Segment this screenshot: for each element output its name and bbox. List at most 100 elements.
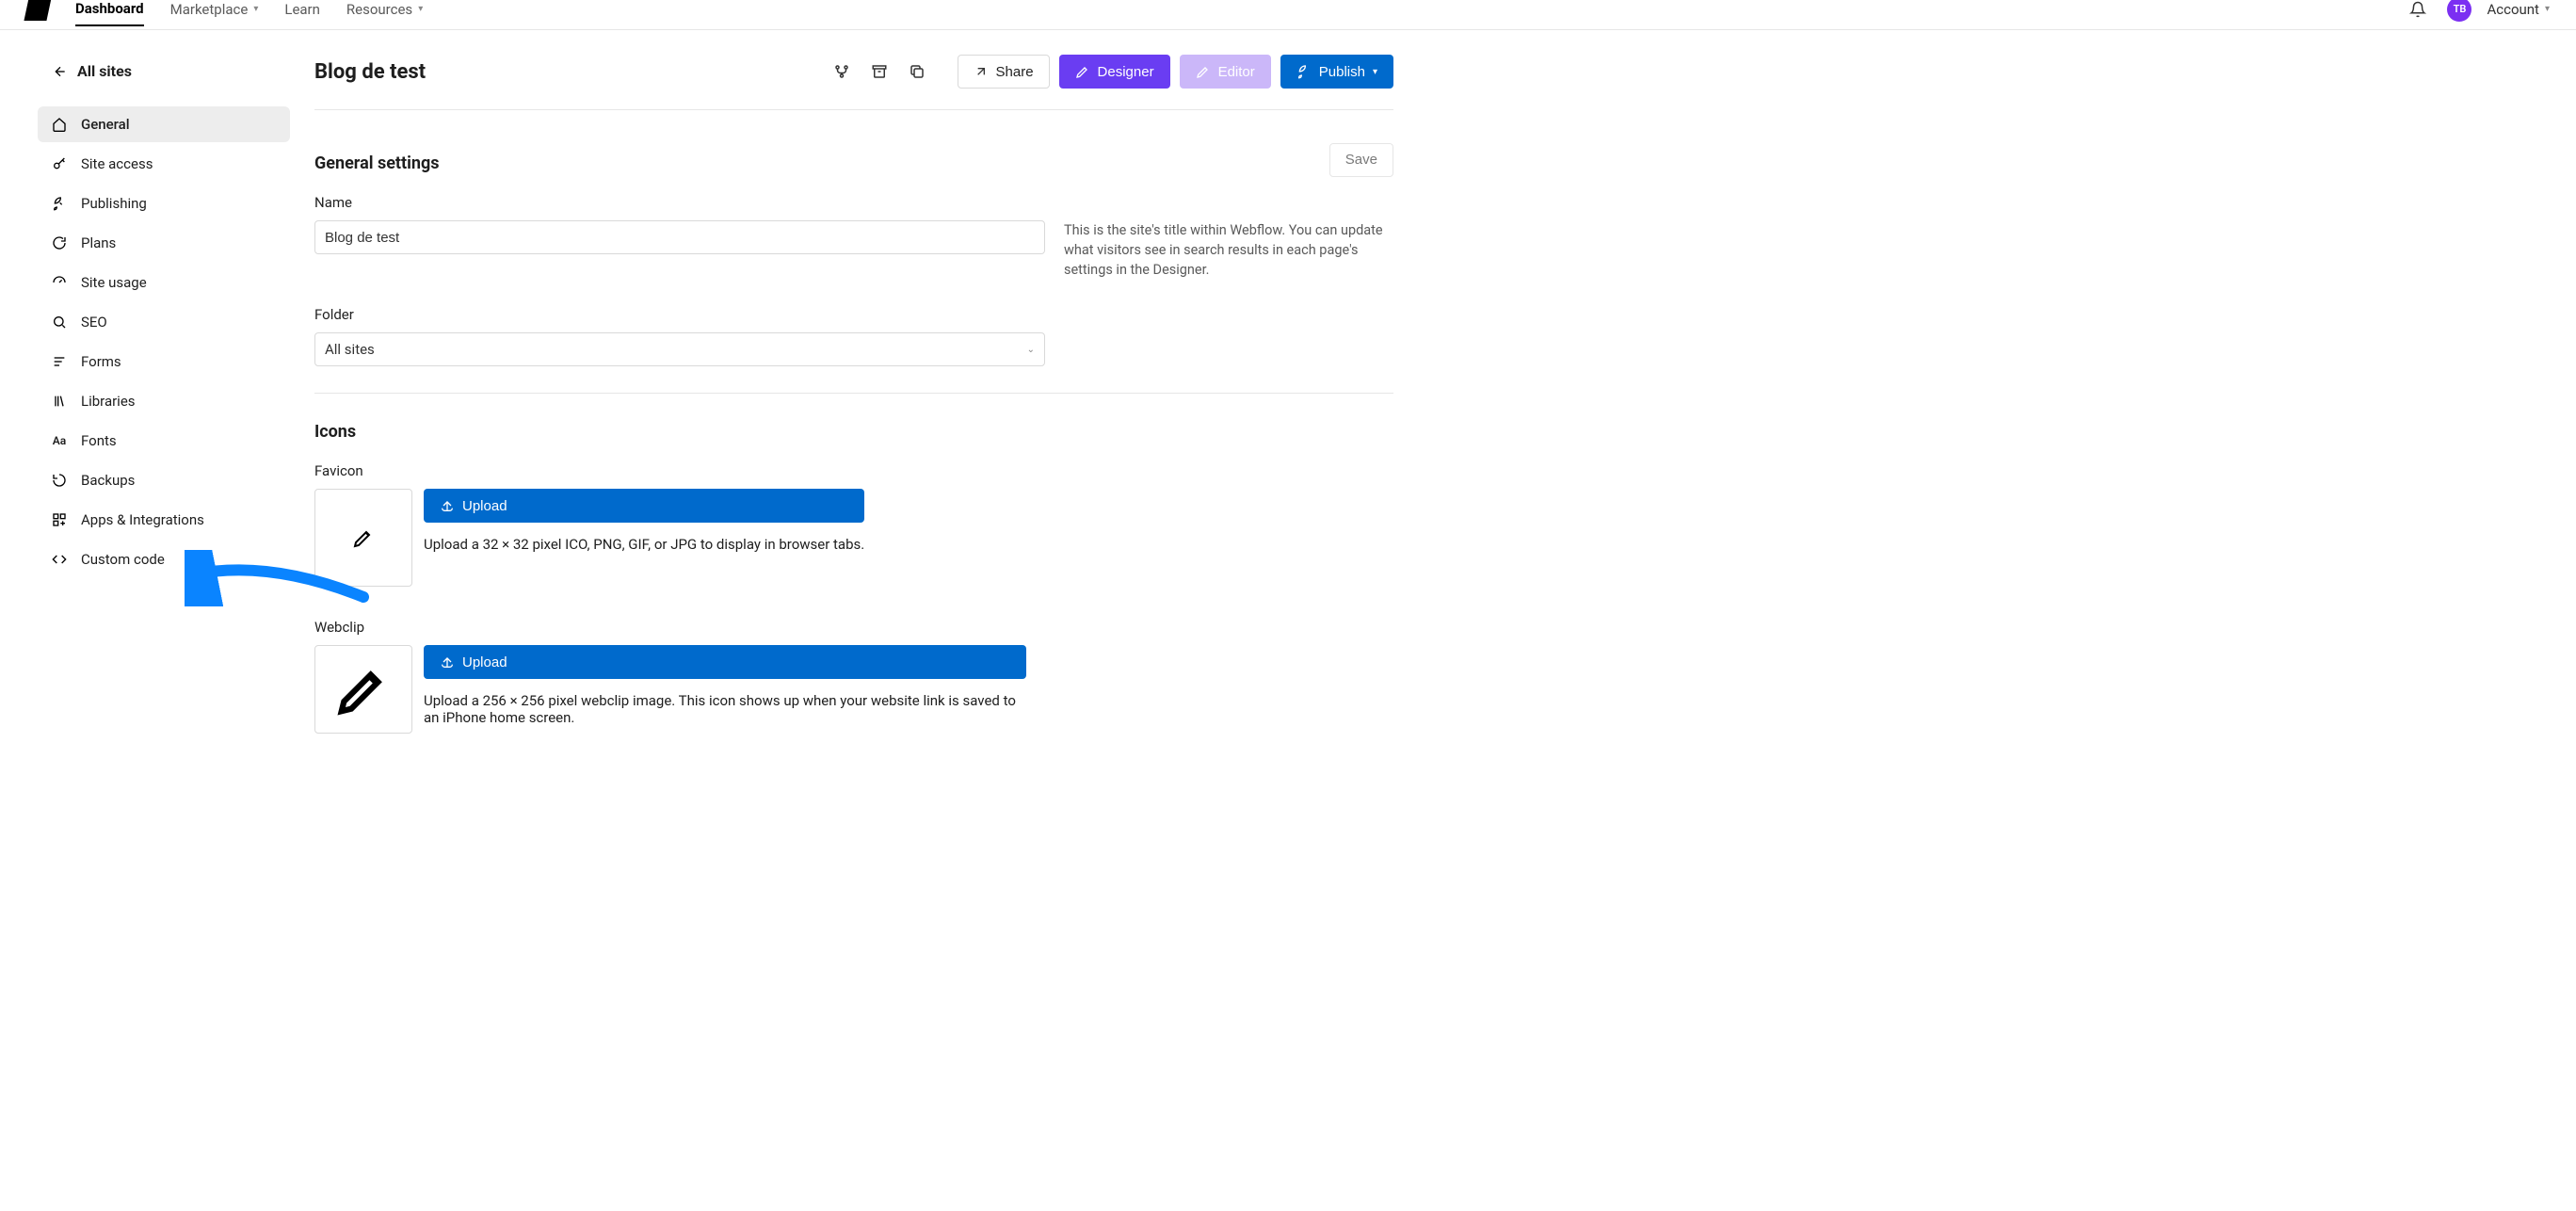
search-icon [51, 315, 68, 330]
sidebar-item-label: General [81, 116, 130, 133]
editor-label: Editor [1218, 64, 1255, 80]
chevron-down-icon: ⌄ [1027, 345, 1035, 355]
refresh-icon [51, 235, 68, 250]
nav-learn-label: Learn [284, 1, 320, 18]
site-name-input[interactable] [314, 220, 1045, 254]
favicon-label: Favicon [314, 462, 1393, 479]
favicon-preview [314, 489, 412, 587]
upload-label: Upload [462, 498, 507, 514]
branch-icon[interactable] [828, 57, 856, 86]
sidebar-item-forms[interactable]: Forms [38, 344, 290, 379]
folder-label: Folder [314, 306, 1393, 323]
designer-label: Designer [1098, 64, 1154, 80]
sidebar-item-custom-code[interactable]: Custom code [38, 541, 290, 577]
sidebar-item-label: Fonts [81, 432, 117, 449]
field-favicon: Favicon Upload Upload a 32 × 32 pixel IC… [314, 462, 1393, 587]
general-heading: General settings [314, 153, 440, 173]
top-nav: Dashboard Marketplace ▾ Learn Resources … [0, 0, 2576, 30]
sidebar-item-label: Publishing [81, 195, 147, 212]
nav-resources[interactable]: Resources ▾ [346, 1, 423, 25]
upload-icon [440, 654, 455, 670]
account-label: Account [2487, 1, 2539, 18]
webclip-label: Webclip [314, 619, 1393, 636]
sidebar-item-backups[interactable]: Backups [38, 462, 290, 498]
chevron-down-icon: ▾ [1373, 67, 1377, 77]
sidebar-item-label: Backups [81, 472, 135, 489]
share-button[interactable]: Share [958, 55, 1050, 89]
share-icon [974, 64, 989, 79]
chevron-down-icon: ▾ [253, 4, 258, 14]
sidebar-item-label: Site access [81, 155, 153, 172]
favicon-help: Upload a 32 × 32 pixel ICO, PNG, GIF, or… [424, 536, 864, 553]
header-actions: Share Designer Editor Publish ▾ [828, 55, 1393, 89]
editor-button[interactable]: Editor [1180, 55, 1271, 89]
notifications-icon[interactable] [2404, 0, 2432, 24]
save-button[interactable]: Save [1329, 143, 1393, 177]
sidebar-item-libraries[interactable]: Libraries [38, 383, 290, 419]
sidebar-item-fonts[interactable]: Aa Fonts [38, 423, 290, 459]
rocket-icon [51, 196, 68, 211]
sidebar-item-publishing[interactable]: Publishing [38, 186, 290, 221]
back-to-all-sites[interactable]: All sites [0, 53, 298, 89]
font-icon: Aa [51, 434, 68, 447]
forms-icon [51, 354, 68, 369]
sidebar-item-label: Plans [81, 234, 116, 251]
publish-label: Publish [1319, 64, 1365, 80]
chevron-down-icon: ▾ [2545, 4, 2550, 14]
main-content: Blog de test Share Designer Editor [298, 30, 1420, 803]
page-header: Blog de test Share Designer Editor [314, 55, 1393, 110]
library-icon [51, 394, 68, 409]
nav-dashboard-label: Dashboard [75, 0, 144, 17]
rocket-icon [1296, 64, 1312, 79]
layout: All sites General Site access Publishing… [0, 30, 2576, 803]
sidebar-item-label: Custom code [81, 551, 165, 568]
home-icon [51, 117, 68, 132]
name-help: This is the site's title within Webflow.… [1064, 220, 1393, 280]
sidebar-item-apps[interactable]: Apps & Integrations [38, 502, 290, 538]
nav-marketplace[interactable]: Marketplace ▾ [170, 1, 259, 25]
sidebar: All sites General Site access Publishing… [0, 30, 298, 803]
sidebar-item-seo[interactable]: SEO [38, 304, 290, 340]
top-nav-left: Dashboard Marketplace ▾ Learn Resources … [26, 2, 423, 28]
nav-learn[interactable]: Learn [284, 1, 320, 25]
webclip-preview [314, 645, 412, 734]
webclip-upload-button[interactable]: Upload [424, 645, 1026, 679]
apps-icon [51, 512, 68, 527]
divider [314, 393, 1393, 394]
favicon-upload-button[interactable]: Upload [424, 489, 864, 523]
arrow-left-icon [53, 64, 68, 79]
field-webclip: Webclip Upload Upload a 256 × 256 pixel … [314, 619, 1393, 734]
publish-button[interactable]: Publish ▾ [1280, 55, 1393, 89]
field-folder: Folder All sites ⌄ [314, 306, 1393, 366]
account-menu[interactable]: Account ▾ [2487, 1, 2550, 18]
folder-value: All sites [325, 341, 375, 358]
sidebar-item-label: Libraries [81, 393, 136, 410]
archive-icon[interactable] [865, 57, 894, 86]
webclip-help: Upload a 256 × 256 pixel webclip image. … [424, 692, 1026, 726]
nav-dashboard[interactable]: Dashboard [75, 0, 144, 26]
edit-icon [1196, 64, 1211, 79]
general-heading-row: General settings Save [314, 125, 1393, 194]
avatar-initials: TB [2454, 3, 2467, 15]
sidebar-item-general[interactable]: General [38, 106, 290, 142]
chevron-down-icon: ▾ [418, 4, 423, 14]
sidebar-item-plans[interactable]: Plans [38, 225, 290, 261]
sidebar-item-site-usage[interactable]: Site usage [38, 265, 290, 300]
top-nav-right: TB Account ▾ [2404, 0, 2550, 24]
pen-icon [352, 526, 375, 549]
sidebar-item-site-access[interactable]: Site access [38, 146, 290, 182]
sidebar-item-label: Apps & Integrations [81, 511, 204, 528]
sidebar-item-label: Site usage [81, 274, 147, 291]
nav-marketplace-label: Marketplace [170, 1, 249, 18]
back-label: All sites [77, 62, 132, 80]
sidebar-item-label: SEO [81, 314, 107, 331]
save-label: Save [1345, 152, 1377, 168]
webflow-logo[interactable] [24, 0, 51, 21]
avatar[interactable]: TB [2447, 0, 2471, 22]
designer-button[interactable]: Designer [1059, 55, 1170, 89]
key-icon [51, 156, 68, 171]
folder-select[interactable]: All sites ⌄ [314, 332, 1045, 366]
upload-icon [440, 498, 455, 513]
icons-heading: Icons [314, 422, 1393, 442]
copy-icon[interactable] [903, 57, 931, 86]
